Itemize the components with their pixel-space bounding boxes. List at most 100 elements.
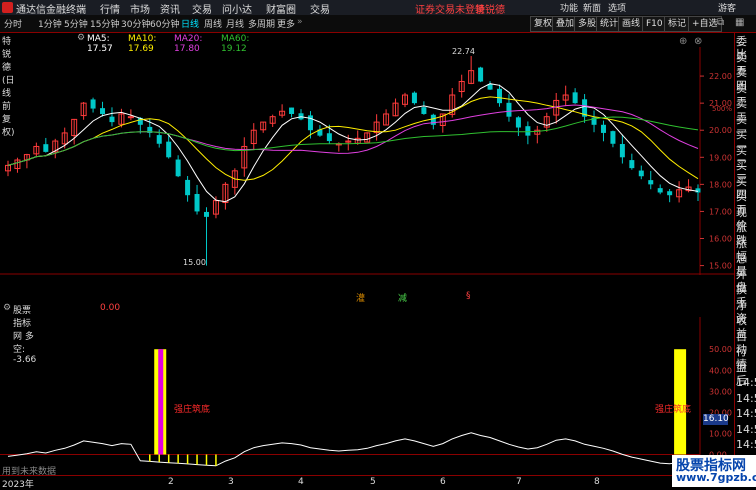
candle — [203, 207, 209, 266]
candle — [449, 88, 456, 118]
candle — [619, 134, 625, 164]
candle — [667, 189, 673, 203]
marker-jian[interactable]: 减 — [398, 291, 407, 304]
expand-icon[interactable]: ⊕ — [679, 36, 687, 47]
candle — [260, 121, 267, 133]
mark-button[interactable]: 标记 — [664, 16, 691, 32]
candle — [676, 181, 683, 203]
price-tick-label: 19.00 — [709, 153, 732, 162]
menu-news[interactable]: 资讯 — [160, 1, 180, 16]
indicator-line — [7, 432, 699, 467]
app-title: 通达信金融终端 — [16, 5, 86, 16]
price-tick-label: 18.00 — [709, 180, 732, 189]
panel-item[interactable]: 14:5 — [736, 423, 756, 436]
candle — [71, 118, 78, 145]
candle — [543, 112, 550, 132]
tab-60min[interactable]: 60分钟 — [150, 17, 179, 30]
high-price-label: 22.74 — [452, 47, 475, 56]
candle — [478, 66, 484, 83]
indicator-tick-label: 50.00 — [709, 345, 732, 354]
price-tick-label: 15.00 — [709, 262, 732, 271]
menu-new-face[interactable]: 新面 — [583, 1, 601, 14]
candle — [600, 120, 606, 142]
marker-section[interactable]: § — [466, 291, 471, 301]
candle — [80, 102, 87, 120]
menu-bar: 通达信金融终端 行情 市场 资讯 交易 问小达 财富圈 交易 证券交易未登录 特… — [0, 0, 756, 16]
watermark-url: www.7gpzb.com — [676, 471, 756, 484]
indicator-value: 0.00 — [100, 303, 121, 313]
f10-button[interactable]: F10 — [642, 16, 667, 32]
candle — [411, 91, 417, 105]
candle — [175, 155, 181, 178]
guest-label[interactable]: 游客 — [718, 1, 736, 14]
panel-item[interactable]: 14:5 — [736, 392, 756, 405]
candle — [222, 182, 229, 210]
menu-trade2[interactable]: 交易 — [310, 1, 330, 16]
indicator-chart[interactable]: 50.0040.0030.0020.0010.000.00 — [0, 317, 734, 475]
draw-button[interactable]: 画线 — [618, 16, 645, 32]
panel-item[interactable]: 14:5 — [736, 407, 756, 420]
tab-daily[interactable]: 日线 — [181, 17, 199, 30]
signal-bar-inner — [158, 349, 164, 455]
candle — [525, 121, 531, 145]
panel-item[interactable]: 14:5 — [736, 376, 756, 389]
candle — [231, 168, 238, 195]
indicator-tick-label: 30.00 — [709, 387, 732, 396]
grid-icon[interactable]: ▦ — [735, 17, 744, 28]
candle — [185, 176, 191, 202]
candle — [401, 92, 408, 108]
menu-options[interactable]: 选项 — [608, 1, 626, 14]
ma5-line — [7, 83, 699, 203]
close-small-icon[interactable]: ⊗ — [694, 36, 702, 47]
menu-wealth[interactable]: 财富圈 — [266, 1, 296, 16]
tab-multi-period[interactable]: 多周期 — [248, 17, 275, 30]
tab-monthly[interactable]: 月线 — [226, 17, 244, 30]
panel-item[interactable]: 14:5 — [736, 438, 756, 451]
candle — [582, 94, 588, 123]
candle — [392, 98, 399, 117]
current-price-box: 16.10 — [703, 414, 729, 425]
candlestick-chart[interactable]: 22.0021.0020.0019.0018.0017.0016.0015.00… — [0, 47, 734, 275]
tab-1min[interactable]: 1分钟 — [38, 17, 62, 30]
low-price-label: 15.00 — [183, 258, 206, 267]
candle — [33, 142, 40, 157]
tab-timeshare[interactable]: 分时 — [4, 17, 22, 30]
menu-market[interactable]: 市场 — [130, 1, 150, 16]
tab-15min[interactable]: 15分钟 — [90, 17, 119, 30]
candle — [487, 81, 493, 90]
candle — [591, 110, 597, 133]
candle — [458, 74, 465, 98]
candle — [166, 135, 172, 159]
candle — [279, 104, 286, 118]
menu-function[interactable]: 功能 — [560, 1, 578, 14]
candle — [52, 138, 59, 159]
stock-short-name: 特锐德 — [475, 5, 505, 16]
candle — [553, 92, 560, 124]
more-arrow-icon[interactable]: » — [297, 17, 303, 27]
app-logo-icon — [2, 2, 13, 13]
tab-30min[interactable]: 30分钟 — [121, 17, 150, 30]
candle — [638, 165, 644, 180]
menu-ask[interactable]: 问小达 — [222, 1, 252, 16]
restore-icon[interactable]: ⧉ — [717, 17, 724, 28]
settings-gear-icon[interactable]: ⚙ — [77, 33, 85, 43]
tab-weekly[interactable]: 周线 — [204, 17, 222, 30]
month-3: 3 — [228, 477, 234, 487]
candle — [648, 171, 654, 190]
candle — [430, 113, 436, 130]
tab-more[interactable]: 更多 — [277, 17, 295, 30]
candle — [572, 88, 578, 104]
tab-5min[interactable]: 5分钟 — [64, 17, 88, 30]
candle — [269, 114, 276, 127]
marker-guan[interactable]: 灌 — [356, 291, 365, 304]
candle — [383, 109, 390, 126]
menu-trade[interactable]: 交易 — [192, 1, 212, 16]
indicator-gear-icon[interactable]: ⚙ — [3, 303, 11, 313]
period-toolbar: 分时 1分钟 5分钟 15分钟 30分钟 60分钟 日线 周线 月线 多周期 更… — [0, 15, 756, 33]
candle — [194, 184, 200, 215]
menu-quotes[interactable]: 行情 — [100, 1, 120, 16]
price-tick-label: 17.00 — [709, 207, 732, 216]
candle — [109, 107, 115, 127]
indicator-tick-label: 40.00 — [709, 366, 732, 375]
candle — [90, 97, 96, 113]
